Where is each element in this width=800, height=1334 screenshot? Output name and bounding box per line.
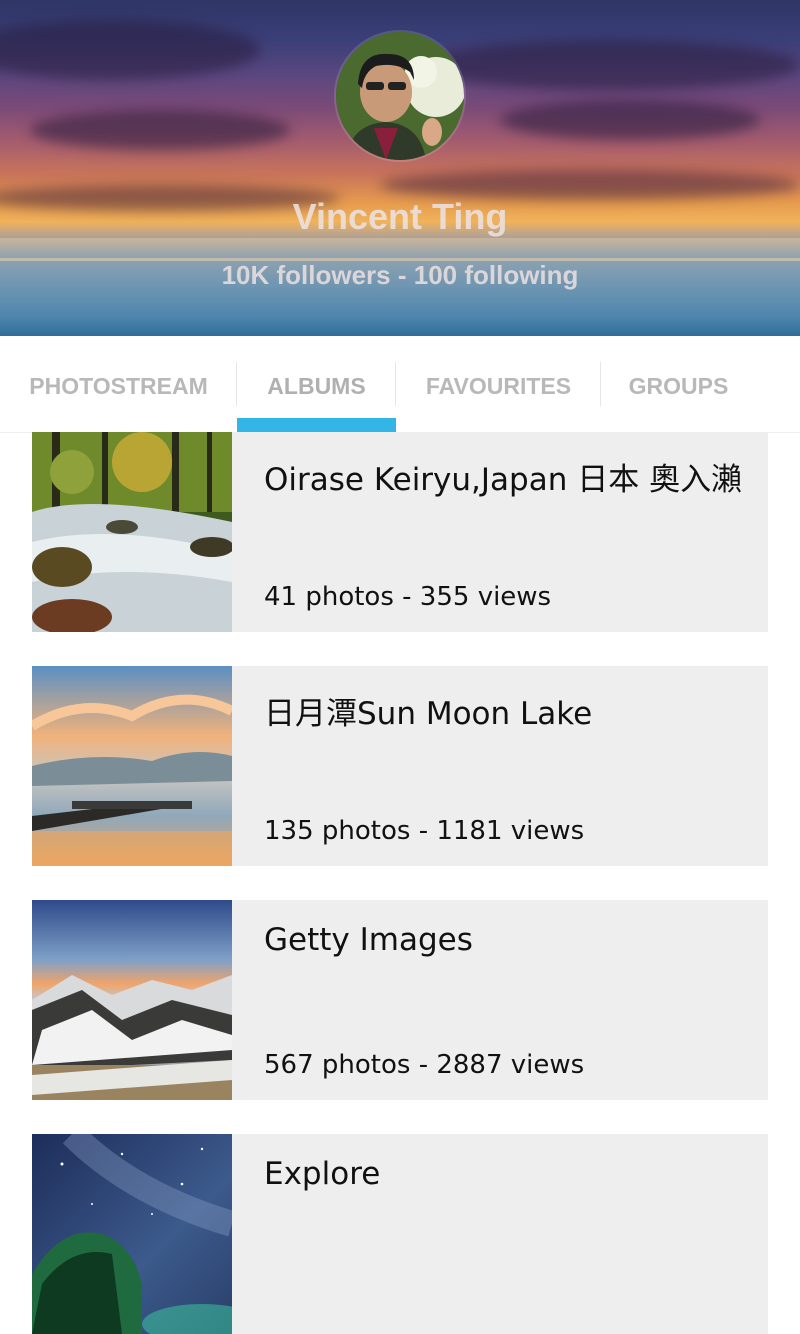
album-card[interactable]: Explore [32,1134,768,1334]
album-thumbnail [32,1134,232,1334]
header-cloud [420,40,800,90]
active-tab-indicator [237,418,396,432]
tab-photostream[interactable]: PHOTOSTREAM [0,336,237,432]
album-card[interactable]: Oirase Keiryu,Japan 日本 奧入瀨 41 photos - 3… [32,432,768,632]
profile-header: Vincent Ting 10K followers - 100 followi… [0,0,800,336]
tab-bar: PHOTOSTREAM ALBUMS FAVOURITES GROUPS [0,336,800,433]
header-cloud [30,110,290,150]
album-thumbnail [32,666,232,866]
header-cloud [500,100,760,140]
profile-follow-stats[interactable]: 10K followers - 100 following [0,260,800,291]
tab-label: PHOTOSTREAM [29,373,208,399]
tab-albums[interactable]: ALBUMS [237,336,396,432]
album-meta: 567 photos - 2887 views [264,1050,585,1080]
tab-label: FAVOURITES [425,373,572,399]
album-meta: 135 photos - 1181 views [264,816,585,846]
tab-label: ALBUMS [267,373,366,399]
album-title: Explore [264,1156,381,1192]
album-card[interactable]: 日月潭Sun Moon Lake 135 photos - 1181 views [32,666,768,866]
tab-label: GROUPS [628,373,729,399]
album-thumbnail [32,900,232,1100]
avatar-image [336,32,464,160]
album-thumbnail [32,432,232,632]
album-card[interactable]: Getty Images 567 photos - 2887 views [32,900,768,1100]
avatar[interactable] [336,32,464,160]
tab-favourites[interactable]: FAVOURITES [396,336,601,432]
header-cloud [0,20,260,80]
album-title: Getty Images [264,922,473,958]
profile-name: Vincent Ting [292,196,508,237]
album-title: Oirase Keiryu,Japan 日本 奧入瀨 [264,462,743,498]
album-title: 日月潭Sun Moon Lake [264,696,593,732]
tab-groups[interactable]: GROUPS [601,336,756,432]
album-meta: 41 photos - 355 views [264,582,552,612]
